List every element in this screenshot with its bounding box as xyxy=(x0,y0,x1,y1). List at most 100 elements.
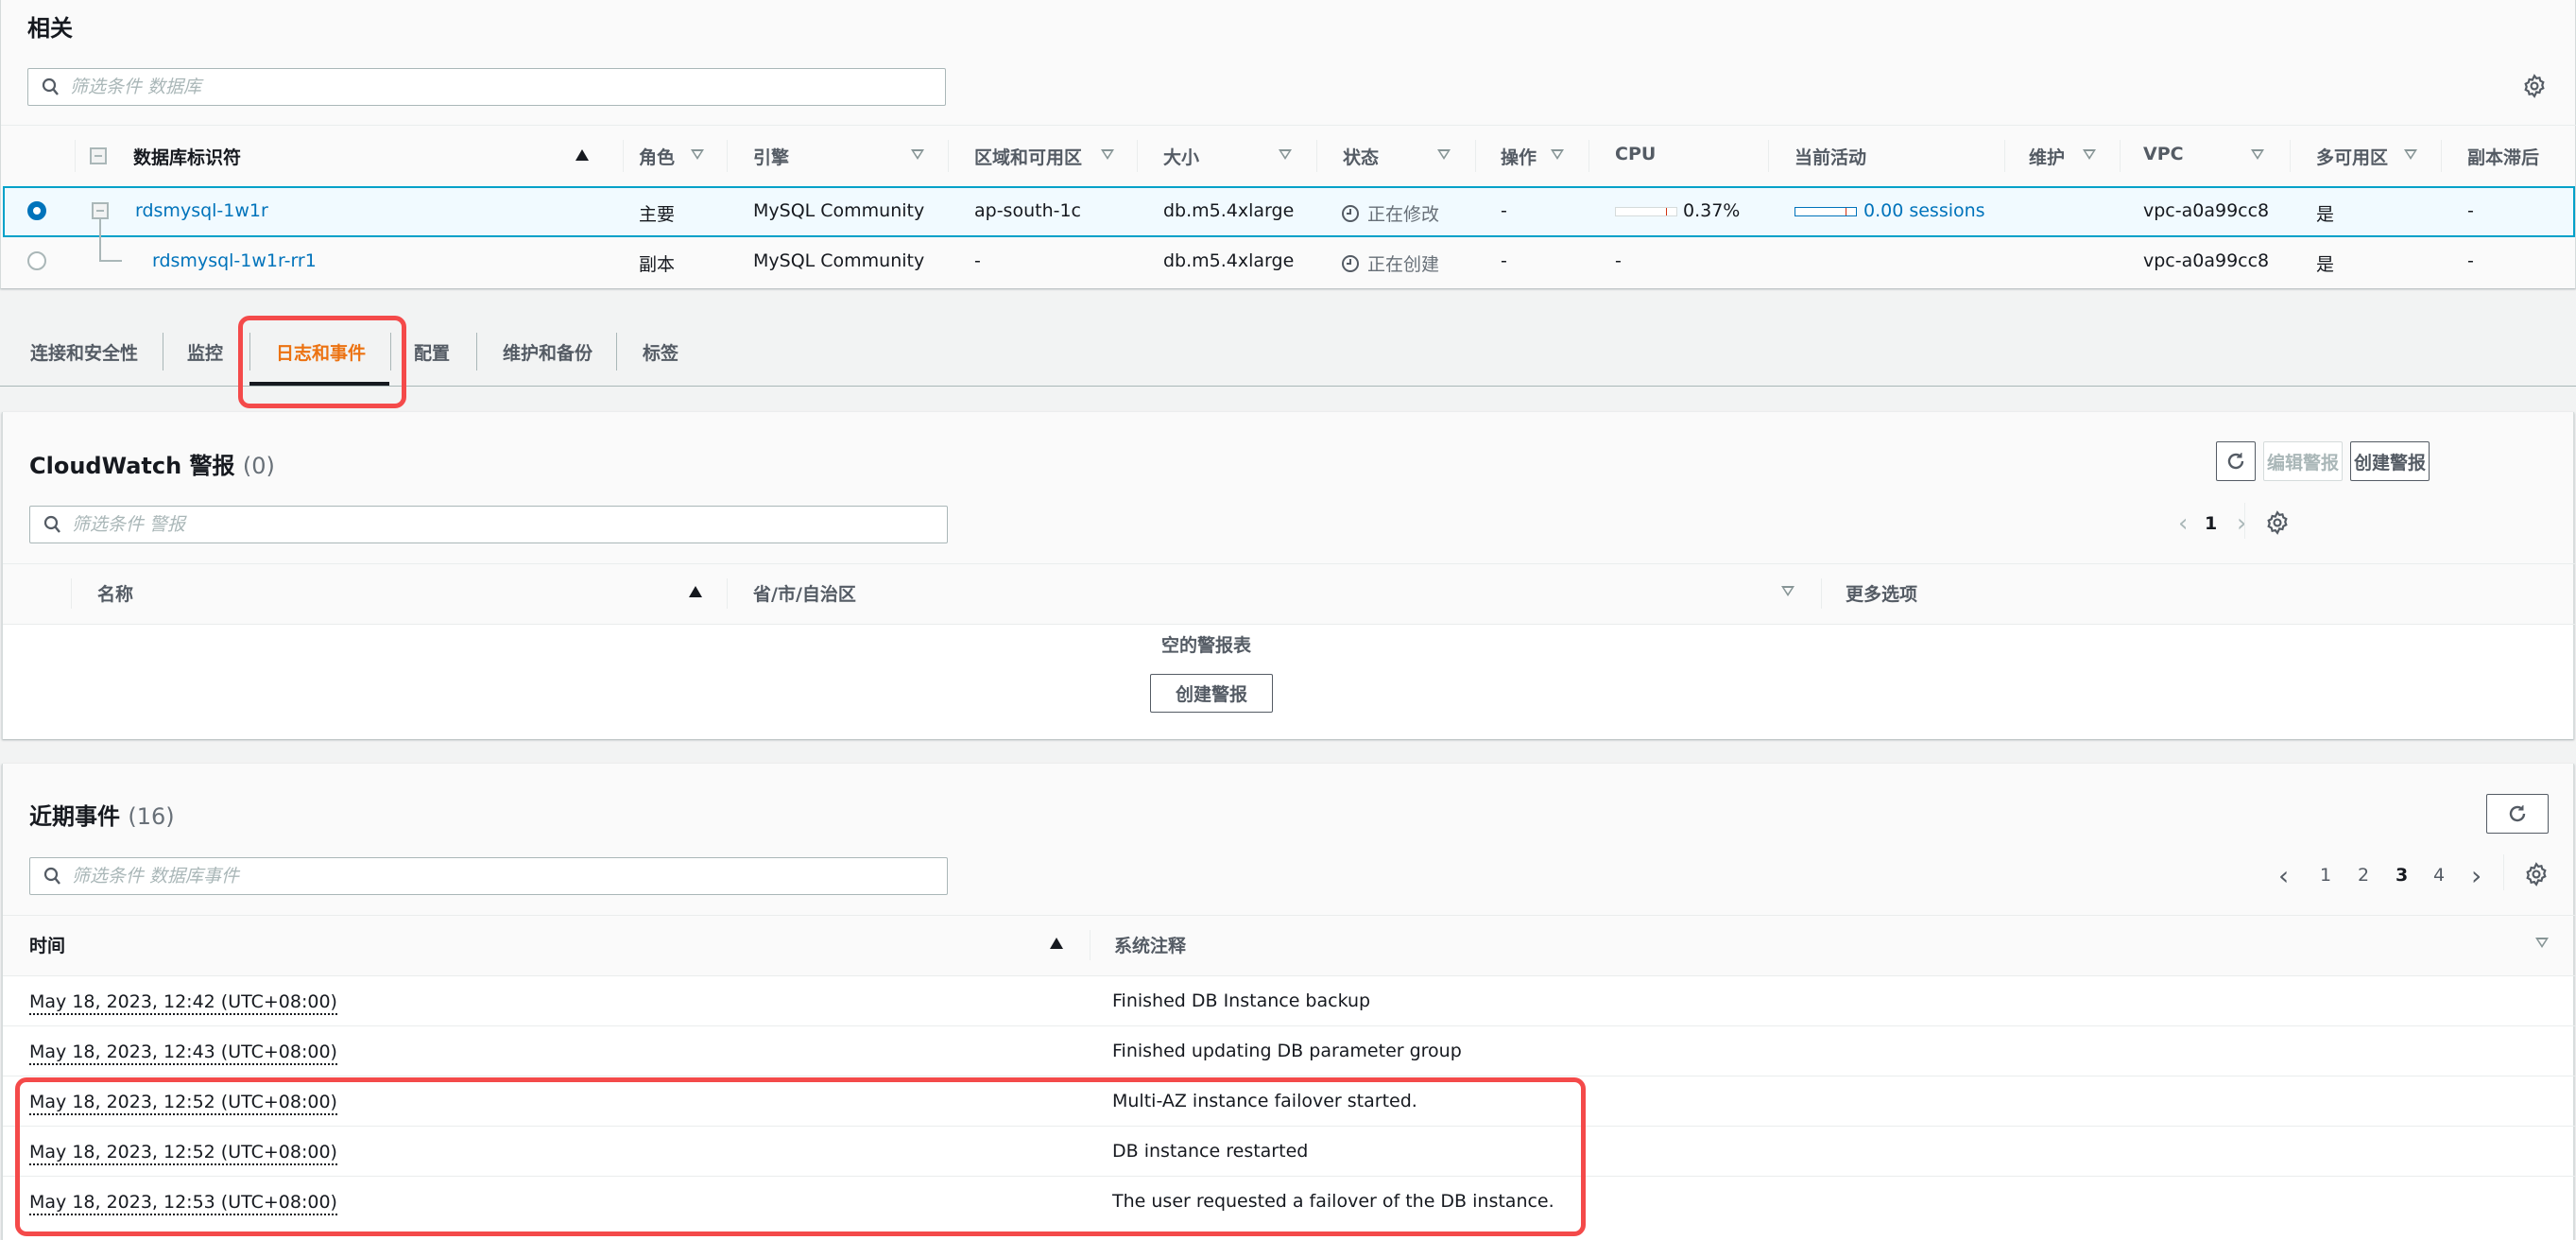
sort-icon[interactable] xyxy=(911,149,924,160)
multi-az-cell: 是 xyxy=(2316,254,2335,275)
page-2[interactable]: 2 xyxy=(2358,865,2369,886)
db-identifier-link[interactable]: rdsmysql-1w1r xyxy=(135,200,268,221)
alarm-filter-search[interactable] xyxy=(29,506,948,543)
status-cell: 正在修改 xyxy=(1341,200,1439,226)
col-header-engine[interactable]: 引擎 xyxy=(753,144,789,169)
page-3[interactable]: 3 xyxy=(2396,865,2408,886)
engine-cell: MySQL Community xyxy=(753,200,925,221)
prev-page-icon[interactable]: ‹ xyxy=(2278,860,2289,891)
size-cell: db.m5.4xlarge xyxy=(1163,200,1295,221)
col-header-maintenance[interactable]: 维护 xyxy=(2029,144,2065,169)
col-header-size[interactable]: 大小 xyxy=(1163,144,1199,169)
sort-icon[interactable] xyxy=(1781,586,1795,596)
refresh-events-button[interactable] xyxy=(2486,794,2549,834)
event-time[interactable]: May 18, 2023, 12:52 (UTC+08:00) xyxy=(29,1091,337,1115)
page-1[interactable]: 1 xyxy=(2320,865,2331,886)
tab-logs-events[interactable]: 日志和事件 xyxy=(276,339,366,365)
vpc-cell: vpc-a0a99cc8 xyxy=(2143,200,2270,221)
sort-icon[interactable] xyxy=(2251,149,2264,160)
event-time[interactable]: May 18, 2023, 12:43 (UTC+08:00) xyxy=(29,1041,337,1065)
preferences-gear-icon[interactable] xyxy=(2522,74,2547,98)
collapse-row-icon[interactable] xyxy=(92,202,109,219)
role-cell: 主要 xyxy=(639,204,676,225)
event-filter-search[interactable] xyxy=(29,857,948,895)
cloudwatch-alarms-panel: CloudWatch 警报 (0) 编辑警报 创建警报 ‹ 1 › 名称 省/市… xyxy=(2,412,2575,739)
col-header-name[interactable]: 名称 xyxy=(97,580,133,606)
sort-icon[interactable] xyxy=(2083,149,2096,160)
event-preferences-gear-icon[interactable] xyxy=(2524,862,2549,887)
sort-asc-icon[interactable] xyxy=(1050,938,1063,949)
cloudwatch-title-text: CloudWatch 警报 xyxy=(29,453,235,479)
col-header-multi-az[interactable]: 多可用区 xyxy=(2316,144,2388,169)
cpu-bar xyxy=(1615,207,1677,216)
col-header-replica-lag[interactable]: 副本滞后 xyxy=(2467,144,2539,169)
tab-tags[interactable]: 标签 xyxy=(643,339,678,365)
refresh-alarms-button[interactable] xyxy=(2216,441,2256,481)
actions-cell: - xyxy=(1501,200,1507,221)
col-header-actions[interactable]: 操作 xyxy=(1501,144,1537,169)
next-page-icon[interactable]: › xyxy=(2471,860,2482,891)
col-header-more-options[interactable]: 更多选项 xyxy=(1846,580,1917,606)
tree-connector xyxy=(99,219,122,262)
tab-monitoring[interactable]: 监控 xyxy=(187,339,223,365)
sort-icon[interactable] xyxy=(1437,149,1451,160)
sort-icon[interactable] xyxy=(1279,149,1292,160)
sort-icon[interactable] xyxy=(1551,149,1564,160)
alarm-filter-input[interactable] xyxy=(72,514,885,535)
event-time[interactable]: May 18, 2023, 12:53 (UTC+08:00) xyxy=(29,1191,337,1215)
tab-configuration[interactable]: 配置 xyxy=(414,339,450,365)
database-filter-input[interactable] xyxy=(70,77,884,97)
empty-create-alarm-button[interactable]: 创建警报 xyxy=(1150,674,1273,713)
tabs-baseline xyxy=(0,386,2576,387)
col-header-zone[interactable]: 区域和可用区 xyxy=(974,144,1082,169)
replica-lag-cell: - xyxy=(2467,200,2474,221)
size-cell: db.m5.4xlarge xyxy=(1163,250,1295,271)
related-title: 相关 xyxy=(27,15,73,42)
sort-icon[interactable] xyxy=(2535,938,2549,948)
col-header-region[interactable]: 省/市/自治区 xyxy=(753,580,856,606)
db-identifier-link[interactable]: rdsmysql-1w1r-rr1 xyxy=(152,250,317,271)
sort-asc-icon[interactable] xyxy=(575,149,589,161)
page-4[interactable]: 4 xyxy=(2433,865,2445,886)
col-header-system-notes[interactable]: 系统注释 xyxy=(1114,932,1186,957)
collapse-all-icon[interactable] xyxy=(90,147,107,164)
sort-icon[interactable] xyxy=(691,149,704,160)
tab-maintenance-backup[interactable]: 维护和备份 xyxy=(503,339,592,365)
activity-bar xyxy=(1795,207,1857,216)
search-icon xyxy=(42,78,59,95)
create-alarm-button[interactable]: 创建警报 xyxy=(2350,441,2430,481)
activity-link[interactable]: 0.00 sessions xyxy=(1863,200,1985,221)
sort-asc-icon[interactable] xyxy=(689,586,702,597)
empty-alarms-text: 空的警报表 xyxy=(1161,635,1252,656)
actions-cell: - xyxy=(1501,250,1507,271)
event-filter-input[interactable] xyxy=(72,866,885,887)
alarm-count: (0) xyxy=(242,453,275,479)
events-count: (16) xyxy=(128,803,175,830)
radio-unselected[interactable] xyxy=(27,251,46,270)
clock-icon xyxy=(1342,204,1359,222)
alarm-preferences-gear-icon[interactable] xyxy=(2265,510,2290,535)
col-header-status[interactable]: 状态 xyxy=(1343,144,1379,169)
event-time[interactable]: May 18, 2023, 12:42 (UTC+08:00) xyxy=(29,990,337,1015)
col-header-time[interactable]: 时间 xyxy=(29,932,65,957)
col-header-vpc[interactable]: VPC xyxy=(2143,144,2184,164)
edit-alarm-button[interactable]: 编辑警报 xyxy=(2263,441,2343,481)
tab-connectivity[interactable]: 连接和安全性 xyxy=(30,339,138,365)
sort-icon[interactable] xyxy=(1101,149,1114,160)
sort-icon[interactable] xyxy=(2404,149,2417,160)
prev-page-icon[interactable]: ‹ xyxy=(2178,509,2188,538)
col-header-activity[interactable]: 当前活动 xyxy=(1795,144,1866,169)
event-time[interactable]: May 18, 2023, 12:52 (UTC+08:00) xyxy=(29,1141,337,1165)
engine-cell: MySQL Community xyxy=(753,250,925,271)
database-filter-search[interactable] xyxy=(27,68,946,106)
radio-selected[interactable] xyxy=(27,201,46,220)
recent-events-panel: 近期事件 (16) ‹ 1 2 3 4 › 时间 系统注释 May 18, 20… xyxy=(2,764,2575,1240)
event-message: Finished DB Instance backup xyxy=(1112,990,1371,1011)
col-header-role[interactable]: 角色 xyxy=(639,144,675,169)
page-number[interactable]: 1 xyxy=(2205,513,2217,534)
col-header-cpu[interactable]: CPU xyxy=(1615,144,1656,164)
zone-cell: ap-south-1c xyxy=(974,200,1082,221)
events-title-text: 近期事件 xyxy=(29,803,120,830)
cpu-value: - xyxy=(1615,250,1622,271)
col-header-identifier[interactable]: 数据库标识符 xyxy=(133,144,241,169)
